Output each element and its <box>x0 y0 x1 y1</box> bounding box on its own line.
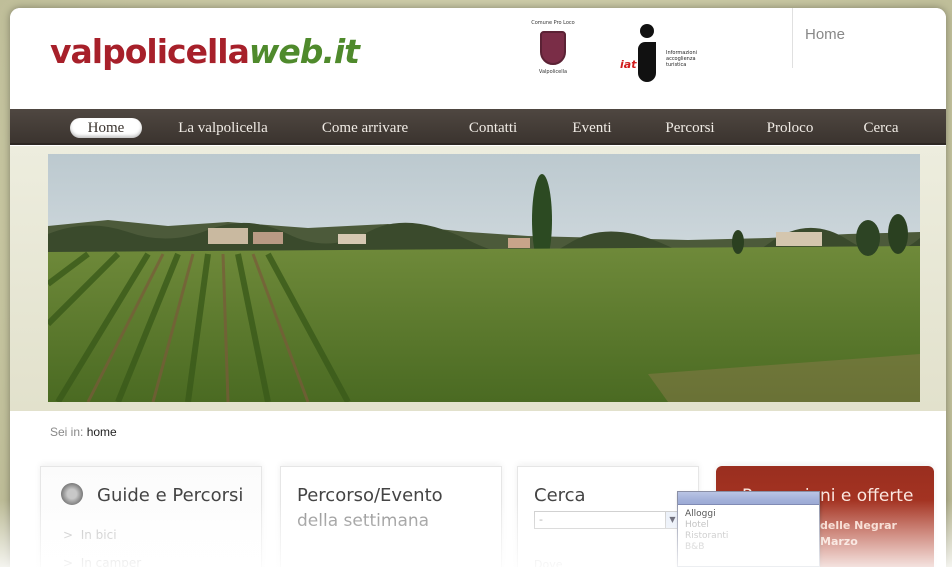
iat-text: Informazioni accoglienza turistica <box>666 50 697 68</box>
guide-link-in-bici[interactable]: > In bici <box>63 521 141 549</box>
proloco-crest[interactable]: Comune Pro Loco Valpolicella <box>523 20 583 102</box>
site-logo[interactable]: valpolicellaweb.it <box>50 32 360 71</box>
select-value: - <box>539 513 543 526</box>
nav-item-cerca[interactable]: Cerca <box>853 118 909 138</box>
nav-item-percorsi[interactable]: Percorsi <box>655 118 725 138</box>
guide-link-in-camper[interactable]: > In camper <box>63 549 141 567</box>
iat-letters: iat <box>620 58 637 71</box>
nav-item-contatti[interactable]: Contatti <box>458 118 528 138</box>
dropdown-option-hotel[interactable]: Hotel <box>678 520 819 531</box>
crest-caption-top: Comune Pro Loco <box>531 20 575 26</box>
banner-area <box>10 146 946 411</box>
logo-text-green: web.it <box>248 32 360 71</box>
crest-shield-icon <box>540 31 566 65</box>
promo-line-2: Marzo <box>820 535 858 548</box>
vineyard-banner-image <box>48 154 920 402</box>
percorso-evento-title: Percorso/Evento <box>297 485 443 506</box>
compass-icon <box>61 483 83 505</box>
guide-percorsi-title: Guide e Percorsi <box>97 485 244 506</box>
nav-item-eventi[interactable]: Eventi <box>562 118 622 138</box>
site-header: valpolicellaweb.it Comune Pro Loco Valpo… <box>10 8 946 108</box>
cerca-box: Cerca - ▼ <box>517 466 699 567</box>
dropdown-option-alloggi[interactable]: Alloggi <box>678 509 819 520</box>
dropdown-option-bb[interactable]: B&B <box>678 542 819 553</box>
breadcrumb-prefix: Sei in: <box>50 425 84 439</box>
main-nav: Home La valpolicella Come arrivare Conta… <box>10 109 946 145</box>
nav-item-come-arrivare[interactable]: Come arrivare <box>310 118 420 138</box>
site-container: valpolicellaweb.it Comune Pro Loco Valpo… <box>10 8 946 567</box>
nav-item-proloco[interactable]: Proloco <box>758 118 822 138</box>
info-i-icon <box>632 24 660 86</box>
breadcrumb: Sei in: home <box>50 425 117 439</box>
iat-info-logo[interactable]: iat Informazioni accoglienza turistica <box>620 24 712 90</box>
nav-item-home[interactable]: Home <box>70 118 142 138</box>
logo-text-red: valpolicella <box>50 32 250 71</box>
dropdown-option-ristoranti[interactable]: Ristoranti <box>678 531 819 542</box>
cerca-dropdown-list: Alloggi Hotel Ristoranti B&B <box>677 491 820 567</box>
breadcrumb-current[interactable]: home <box>87 425 117 439</box>
guide-percorsi-box: Guide e Percorsi > In bici > In camper <box>40 466 262 567</box>
cerca-title: Cerca <box>534 485 586 506</box>
dropdown-selected-row[interactable] <box>678 492 819 505</box>
percorso-evento-subtitle: della settimana <box>297 511 430 531</box>
header-home-link[interactable]: Home <box>792 8 946 68</box>
cerca-category-select[interactable]: - ▼ <box>534 511 680 529</box>
promo-text[interactable]: delle Negrar Marzo <box>820 518 897 550</box>
nav-item-la-valpolicella[interactable]: La valpolicella <box>168 118 278 138</box>
crest-caption-bottom: Valpolicella <box>538 69 568 75</box>
promo-line-1: delle Negrar <box>820 519 897 532</box>
cerca-dove-label: Dove <box>534 558 563 567</box>
guide-link-list: > In bici > In camper <box>63 521 141 567</box>
percorso-evento-box: Percorso/Evento della settimana <box>280 466 502 567</box>
